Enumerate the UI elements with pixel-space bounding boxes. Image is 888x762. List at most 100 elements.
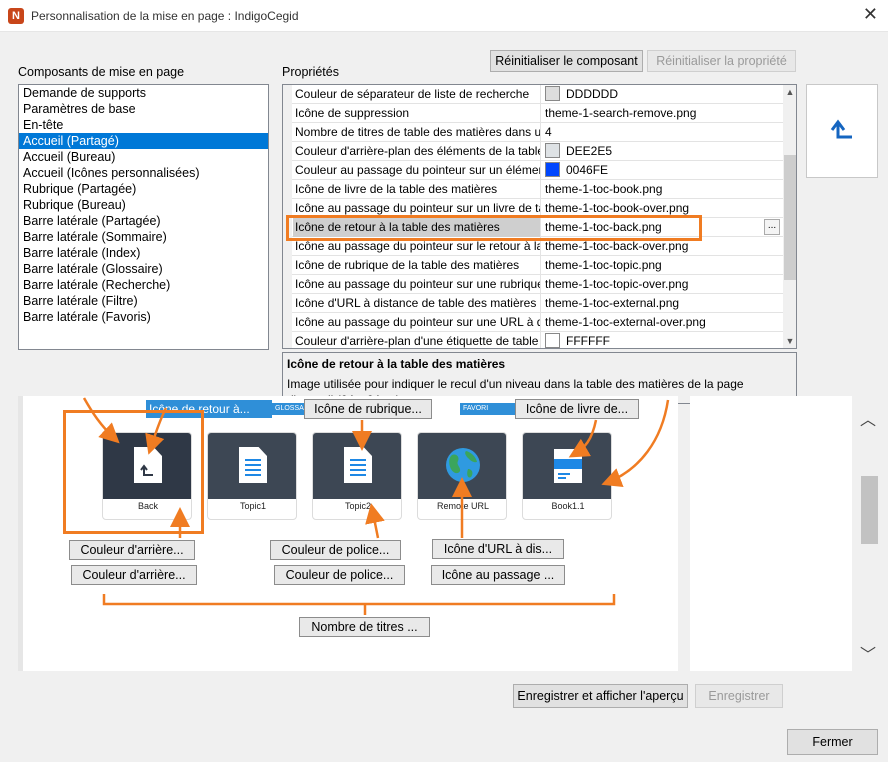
save-button[interactable]: Enregistrer	[695, 684, 783, 708]
list-item[interactable]: Barre latérale (Partagée)	[19, 213, 268, 229]
property-name: Icône de rubrique de la table des matièr…	[293, 256, 541, 275]
list-item[interactable]: Rubrique (Partagée)	[19, 181, 268, 197]
property-value-cell[interactable]: 0046FE	[542, 161, 782, 180]
topic-icon-callout[interactable]: Icône de rubrique...	[304, 399, 432, 419]
properties-scrollbar[interactable]: ▲ ▼	[783, 85, 796, 348]
preview-blank-area	[690, 396, 852, 671]
row-gutter	[283, 180, 292, 199]
property-name: Couleur au passage du pointeur sur un él…	[293, 161, 541, 180]
list-item[interactable]: Rubrique (Bureau)	[19, 197, 268, 213]
list-item[interactable]: Accueil (Icônes personnalisées)	[19, 165, 268, 181]
property-name: Nombre de titres de table des matières d…	[293, 123, 541, 142]
property-name: Icône de livre de la table des matières	[293, 180, 541, 199]
scroll-thumb[interactable]	[861, 476, 878, 544]
row-gutter	[283, 85, 292, 104]
property-value-cell[interactable]: DDDDDD	[542, 85, 782, 104]
url-icon-callout[interactable]: Icône d'URL à dis...	[432, 539, 564, 559]
row-gutter	[283, 294, 292, 313]
property-value[interactable]: 4	[542, 123, 782, 142]
list-item[interactable]: Barre latérale (Favoris)	[19, 309, 268, 325]
window-title: Personnalisation de la mise en page : In…	[31, 9, 299, 23]
row-gutter	[283, 142, 292, 161]
list-item[interactable]: Barre latérale (Recherche)	[19, 277, 268, 293]
property-value[interactable]: theme-1-toc-external-over.png	[542, 313, 782, 332]
property-row[interactable]: Icône de suppression theme-1-search-remo…	[283, 104, 783, 123]
tile-book[interactable]: Book1.1	[522, 432, 612, 520]
font-color-callout-2[interactable]: Couleur de police...	[274, 565, 405, 585]
reset-property-button[interactable]: Réinitialiser la propriété	[647, 50, 796, 72]
property-row[interactable]: Icône au passage du pointeur sur une URL…	[283, 313, 783, 332]
property-row[interactable]: Couleur d'arrière-plan des éléments de l…	[283, 142, 783, 161]
save-preview-button[interactable]: Enregistrer et afficher l'aperçu	[513, 684, 688, 708]
scroll-down-icon[interactable]: ▼	[783, 334, 796, 348]
bg-color-callout-1[interactable]: Couleur d'arrière...	[69, 540, 195, 560]
property-value[interactable]: theme-1-toc-topic-over.png	[542, 275, 782, 294]
preview-scrollbar[interactable]: ︿ ﹀	[852, 396, 888, 671]
tile-caption: Topic1	[239, 501, 266, 511]
book-icon-callout[interactable]: Icône de livre de...	[515, 399, 639, 419]
property-value[interactable]: theme-1-toc-external.png	[542, 294, 782, 313]
property-value[interactable]: theme-1-toc-book.png	[542, 180, 782, 199]
tile-header	[208, 433, 296, 499]
property-row[interactable]: Icône d'URL à distance de table des mati…	[283, 294, 783, 313]
scroll-up-icon[interactable]: ︿	[860, 406, 876, 430]
tile-header	[313, 433, 401, 499]
reset-component-button[interactable]: Réinitialiser le composant	[490, 50, 643, 72]
back-tile-highlight	[63, 410, 204, 534]
list-item[interactable]: Accueil (Bureau)	[19, 149, 268, 165]
property-row[interactable]: Nombre de titres de table des matières d…	[283, 123, 783, 142]
components-label: Composants de mise en page	[18, 65, 185, 79]
scroll-thumb[interactable]	[784, 155, 796, 280]
glossary-tab: GLOSSA	[272, 403, 304, 415]
list-item[interactable]: Paramètres de base	[19, 101, 268, 117]
list-item[interactable]: Barre latérale (Filtre)	[19, 293, 268, 309]
property-row[interactable]: Icône de livre de la table des matières …	[283, 180, 783, 199]
tile-caption: Topic2	[344, 501, 371, 511]
toc-count-callout[interactable]: Nombre de titres ...	[299, 617, 430, 637]
tile-topic2[interactable]: Topic2	[312, 432, 402, 520]
color-swatch	[545, 162, 560, 177]
color-swatch	[545, 86, 560, 101]
property-row[interactable]: Couleur au passage du pointeur sur un él…	[283, 161, 783, 180]
list-item[interactable]: Barre latérale (Sommaire)	[19, 229, 268, 245]
property-value-cell[interactable]: FFFFFF	[542, 332, 782, 348]
property-row[interactable]: Couleur de séparateur de liste de recher…	[283, 85, 783, 104]
row-gutter	[283, 275, 292, 294]
list-item[interactable]: Barre latérale (Glossaire)	[19, 261, 268, 277]
property-value: 0046FE	[566, 163, 609, 177]
list-item[interactable]: Barre latérale (Index)	[19, 245, 268, 261]
property-row[interactable]: Icône de rubrique de la table des matièr…	[283, 256, 783, 275]
list-item[interactable]: Demande de supports	[19, 85, 268, 101]
property-value-cell[interactable]: DEE2E5	[542, 142, 782, 161]
property-value[interactable]: theme-1-search-remove.png	[542, 104, 782, 123]
selected-row-highlight	[286, 215, 702, 241]
property-row[interactable]: Icône au passage du pointeur sur une rub…	[283, 275, 783, 294]
hover-icon-callout[interactable]: Icône au passage ...	[431, 565, 565, 585]
tile-caption: Book1.1	[551, 501, 585, 511]
book-icon	[554, 449, 582, 483]
color-swatch	[545, 333, 560, 348]
row-gutter	[283, 313, 292, 332]
scroll-up-icon[interactable]: ▲	[783, 85, 796, 99]
property-name: Couleur d'arrière-plan des éléments de l…	[293, 142, 541, 161]
property-name: Icône au passage du pointeur sur une URL…	[293, 313, 541, 332]
tile-caption: Remote URL	[436, 501, 490, 511]
title-bar: N Personnalisation de la mise en page : …	[0, 0, 888, 32]
scroll-down-icon[interactable]: ﹀	[860, 641, 876, 665]
close-button[interactable]: Fermer	[787, 729, 878, 755]
close-icon[interactable]: ✕	[863, 4, 878, 25]
font-color-callout-1[interactable]: Couleur de police...	[270, 540, 401, 560]
tile-topic1[interactable]: Topic1	[207, 432, 297, 520]
tile-remote-url[interactable]: Remote URL	[417, 432, 507, 520]
property-name: Icône d'URL à distance de table des mati…	[293, 294, 541, 313]
components-list[interactable]: Demande de supports Paramètres de base E…	[18, 84, 269, 350]
list-item[interactable]: En-tête	[19, 117, 268, 133]
property-value: DDDDDD	[566, 87, 618, 101]
list-item-selected[interactable]: Accueil (Partagé)	[19, 133, 268, 149]
property-row[interactable]: Couleur d'arrière-plan d'une étiquette d…	[283, 332, 783, 348]
favorites-tab: FAVORI	[460, 403, 516, 415]
property-value[interactable]: theme-1-toc-topic.png	[542, 256, 782, 275]
topic-doc-icon	[239, 447, 267, 483]
browse-button[interactable]: ...	[764, 219, 780, 235]
bg-color-callout-2[interactable]: Couleur d'arrière...	[71, 565, 197, 585]
